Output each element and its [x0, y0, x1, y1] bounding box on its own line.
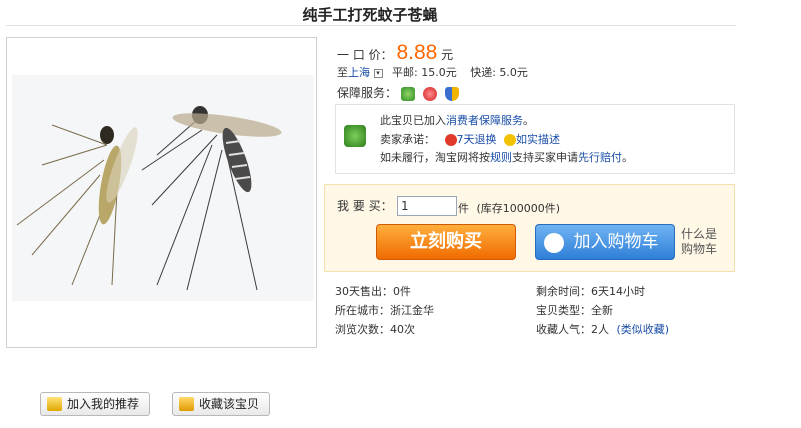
quantity-label: 我 要 买：: [337, 199, 393, 213]
seven-day-refund-link[interactable]: 7天退换: [457, 133, 497, 146]
shipping-destination-link[interactable]: 上海: [348, 66, 370, 79]
add-to-cart-label: 加入购物车: [573, 232, 659, 252]
shipping-post: 平邮: 15.0元: [392, 66, 457, 79]
assurance-line3-mid: 支持买家申请: [512, 151, 578, 164]
assurance-line1-end: 。: [523, 114, 534, 127]
hands-icon: [344, 125, 366, 147]
what-is-cart-link[interactable]: 什么是 购物车: [681, 227, 717, 257]
assurance-box: 此宝贝已加入消费者保障服务。 卖家承诺： 7天退换 如实描述 如未履行，淘宝网将…: [335, 104, 735, 174]
what-is-cart-line2: 购物车: [681, 242, 718, 256]
price-label: 一 口 价：: [337, 48, 393, 62]
price-row: 一 口 价： 8.88 元: [337, 41, 453, 65]
assurance-line1: 此宝贝已加入: [380, 114, 446, 127]
price-unit: 元: [441, 48, 454, 62]
service-label: 保障服务：: [337, 86, 398, 100]
location-city: 所在城市：浙江金华: [335, 304, 434, 317]
service-row: 保障服务：: [337, 84, 459, 101]
add-to-cart-button[interactable]: 加入购物车: [535, 224, 675, 260]
favorites-row: 收藏人气：2人 (类似收藏): [536, 321, 669, 337]
shipping-express: 快递: 5.0元: [470, 66, 528, 79]
favorite-item-label: 收藏该宝贝: [199, 397, 260, 411]
rules-link[interactable]: 规则: [490, 151, 512, 164]
seven-day-icon: [444, 134, 457, 146]
folder-star-icon: [179, 397, 194, 411]
view-count: 浏览次数：40次: [335, 323, 415, 336]
title-divider: [6, 25, 736, 26]
consumer-protection-icon[interactable]: [400, 86, 415, 101]
thumbs-up-icon: [47, 397, 62, 411]
shipping-to-label: 至: [337, 66, 348, 79]
cart-icon: [544, 233, 564, 253]
shield-icon[interactable]: [444, 86, 459, 101]
quantity-unit: 件: [458, 202, 469, 215]
product-image: [6, 37, 317, 348]
price-value: 8.88: [396, 41, 438, 64]
chevron-down-icon[interactable]: ▾: [373, 68, 383, 78]
item-condition: 宝贝类型：全新: [536, 304, 613, 317]
shipping-row: 至上海 ▾ 平邮: 15.0元 快递: 5.0元: [337, 64, 528, 80]
heart-icon[interactable]: [422, 86, 437, 101]
add-recommend-button[interactable]: 加入我的推荐: [40, 392, 151, 416]
as-described-icon: [504, 134, 516, 146]
sold-30-days: 30天售出：0件: [335, 285, 411, 298]
seller-promise-label: 卖家承诺：: [380, 133, 435, 146]
quantity-input[interactable]: 1: [397, 196, 457, 216]
remaining-time: 剩余时间：6天14小时: [536, 285, 645, 298]
advance-compensation-link[interactable]: 先行赔付: [578, 151, 622, 164]
assurance-line3-end: 。: [622, 151, 633, 164]
favorite-item-button[interactable]: 收藏该宝贝: [172, 392, 271, 416]
mosquito-photo: [12, 75, 314, 301]
consumer-protection-link[interactable]: 消费者保障服务: [446, 114, 523, 127]
favorites-count: 收藏人气：2人: [536, 323, 609, 336]
stock-text: (库存100000件): [476, 202, 561, 215]
purchase-box: 我 要 买： 1 件 (库存100000件) 立刻购买 加入购物车 什么是 购物…: [324, 184, 735, 272]
add-recommend-label: 加入我的推荐: [67, 397, 140, 411]
product-title: 纯手工打死蚊子苍蝇: [302, 6, 438, 24]
similar-favorites-link[interactable]: (类似收藏): [617, 323, 670, 336]
what-is-cart-line1: 什么是: [681, 227, 718, 241]
as-described-link[interactable]: 如实描述: [516, 133, 560, 146]
assurance-line3-pre: 如未履行，淘宝网将按: [380, 151, 490, 164]
buy-now-button[interactable]: 立刻购买: [376, 224, 516, 260]
